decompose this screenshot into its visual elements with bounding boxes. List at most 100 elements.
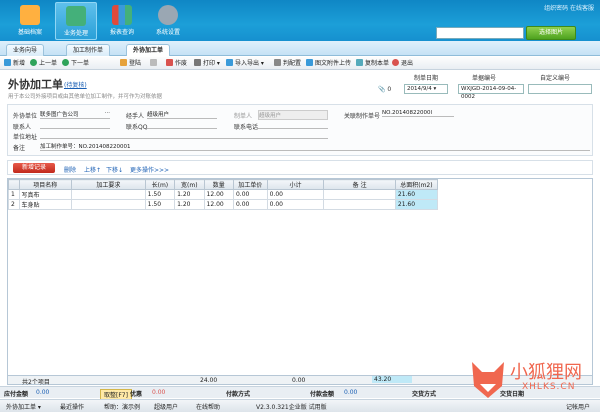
contact-label: 联系人 — [13, 124, 32, 131]
cell-qty[interactable]: 12.00 — [203, 199, 234, 210]
col-header[interactable]: 项目名称 — [18, 179, 73, 190]
next-icon — [62, 59, 69, 66]
tab-outsource-order[interactable]: 外协加工单 — [126, 44, 171, 56]
col-header[interactable]: 加工单价 — [232, 179, 268, 190]
column-config-button[interactable]: 判配置 — [274, 59, 301, 69]
more-icon[interactable]: ··· — [105, 110, 110, 116]
col-header[interactable]: 数量 — [203, 179, 234, 190]
module-settings[interactable]: 系统设置 — [147, 2, 189, 40]
void-button[interactable]: 作废 — [166, 59, 187, 69]
cell-width[interactable]: 1.20 — [174, 199, 205, 210]
handler-field[interactable]: 超级用户 — [147, 110, 217, 119]
import-icon — [226, 59, 233, 66]
copy-order-button[interactable]: 复制本单 — [356, 59, 389, 69]
related-field[interactable]: NO.20140822000l — [382, 110, 454, 117]
version-info: V2.3.0.321企业版 试用版 — [256, 404, 327, 411]
move-up-link[interactable]: 上移↑ — [84, 165, 101, 174]
phone-field[interactable] — [258, 121, 328, 129]
maker-field: 超级用户 — [258, 110, 328, 120]
tab-wizard[interactable]: 业务向导 — [6, 44, 45, 56]
print-icon — [194, 59, 201, 66]
cell-length[interactable]: 1.50 — [144, 199, 176, 210]
col-header[interactable]: 宽(m) — [174, 179, 205, 190]
help-demo[interactable]: 帮助：演示例 — [104, 402, 140, 411]
row-index: 2 — [8, 199, 20, 210]
page-subtitle: 用于本公司外接项目或由其他单位加工制作，并可作为对账依据 — [8, 94, 163, 100]
current-user: 超级用户 — [154, 404, 179, 411]
add-record-button[interactable]: 新增记录 — [13, 163, 55, 173]
cell-price[interactable]: 0.00 — [232, 189, 268, 200]
top-links[interactable]: 组织密码 在线客服 — [544, 3, 594, 12]
cell-remark[interactable] — [323, 189, 396, 200]
move-down-link[interactable]: 下移↓ — [106, 165, 123, 174]
watermark-en: XHLKS.CN — [522, 382, 576, 392]
col-header[interactable]: 总面积(m2) — [394, 179, 439, 190]
total-value: 0.00 — [36, 389, 50, 396]
module-basic-archive[interactable]: 基础档案 — [9, 2, 51, 40]
new-icon — [4, 59, 11, 66]
delivery-method-label: 交货方式 — [412, 391, 437, 398]
module-business[interactable]: 业务处理 — [55, 2, 97, 40]
col-header[interactable]: 长(m) — [144, 179, 176, 190]
search-image-button[interactable]: 选择图片 — [526, 26, 576, 40]
more-actions-link[interactable]: 更多操作>>> — [130, 165, 169, 174]
attachment-upload-button[interactable]: 图文附件上传 — [306, 59, 351, 69]
copy-button[interactable] — [150, 59, 159, 69]
address-field[interactable] — [40, 131, 328, 139]
prev-icon — [30, 59, 37, 66]
custom-no-field[interactable] — [528, 84, 592, 94]
cell-subtotal: 0.00 — [266, 189, 325, 200]
cell-qty[interactable]: 12.00 — [203, 189, 234, 200]
recent-ops[interactable]: 最近操作 — [60, 402, 84, 411]
status-link[interactable]: (待复核) — [64, 80, 87, 89]
paperclip-icon: 📎 — [378, 86, 386, 93]
tab-production-order[interactable]: 加工制作单 — [66, 44, 111, 56]
chart-icon — [112, 5, 132, 25]
col-header[interactable]: 小计 — [266, 179, 325, 190]
cell-width[interactable]: 1.20 — [174, 189, 205, 200]
cell-item[interactable]: 车身贴 — [18, 199, 73, 210]
paid-value[interactable]: 0.00 — [344, 389, 357, 396]
prev-button[interactable]: 上一单 — [30, 59, 57, 69]
cell-requirement[interactable] — [71, 189, 146, 200]
site-watermark: 小狐狸网 XHLKS.CN — [468, 352, 598, 408]
import-export-button[interactable]: 导入导出 ▾ — [226, 59, 264, 69]
cell-remark[interactable] — [323, 199, 396, 210]
cell-requirement[interactable] — [71, 199, 146, 210]
delete-link[interactable]: 删除 — [64, 165, 76, 174]
row-index: 1 — [8, 189, 20, 200]
new-button[interactable]: 新增 — [4, 59, 25, 69]
handler-label: 经手人 — [126, 113, 145, 120]
date-field[interactable]: 2014/9/4 ▾ — [404, 84, 448, 94]
unit-field[interactable]: 联多图广告公司 ··· — [40, 110, 110, 119]
search-input[interactable] — [436, 27, 524, 39]
toolbar: 新增 上一单 下一单 登陆 作废 打印 ▾ 导入导出 ▾ 判配置 图文附件上传 … — [0, 57, 600, 70]
doc-type-dropdown[interactable]: 外协加工单 ▾ — [6, 402, 41, 411]
qq-label: 联系QQ — [126, 124, 148, 131]
print-button[interactable]: 打印 ▾ — [194, 59, 220, 69]
cell-item[interactable]: 写真布 — [18, 189, 73, 200]
col-header[interactable]: 加工要求 — [71, 179, 146, 190]
contact-field[interactable] — [40, 121, 110, 129]
discount-value[interactable]: 0.00 — [152, 389, 165, 396]
cell-price[interactable]: 0.00 — [232, 199, 268, 210]
cell-area: 21.60 — [394, 199, 439, 210]
cell-length[interactable]: 1.50 — [144, 189, 176, 200]
date-label: 制单日期 — [414, 75, 439, 82]
discount-label: 优惠 — [130, 391, 143, 398]
col-header — [8, 179, 20, 190]
online-help[interactable]: 在线帮助 — [196, 402, 220, 411]
next-button[interactable]: 下一单 — [62, 59, 89, 69]
attachment-count[interactable]: 📎 0 — [378, 86, 391, 93]
module-reports[interactable]: 报表查询 — [101, 2, 143, 40]
qq-field[interactable] — [147, 121, 217, 129]
docno-field[interactable]: WXJGD-2014-09-04-0002 — [458, 84, 524, 100]
login-button[interactable]: 登陆 — [120, 59, 141, 69]
remark-field[interactable]: 加工制作单号：NO.201408220001 — [40, 142, 590, 151]
table-row[interactable]: 2 车身贴 1.50 1.20 12.00 0.00 0.00 21.60 — [8, 199, 439, 210]
qty-total: 24.00 — [200, 377, 218, 384]
col-header[interactable]: 备 注 — [323, 179, 396, 190]
table-row[interactable]: 1 写真布 1.50 1.20 12.00 0.00 0.00 21.60 — [8, 189, 439, 200]
exit-button[interactable]: 退出 — [392, 59, 413, 69]
items-table: 项目名称 加工要求 长(m) 宽(m) 数量 加工单价 小计 备 注 总面积(m… — [8, 179, 439, 210]
